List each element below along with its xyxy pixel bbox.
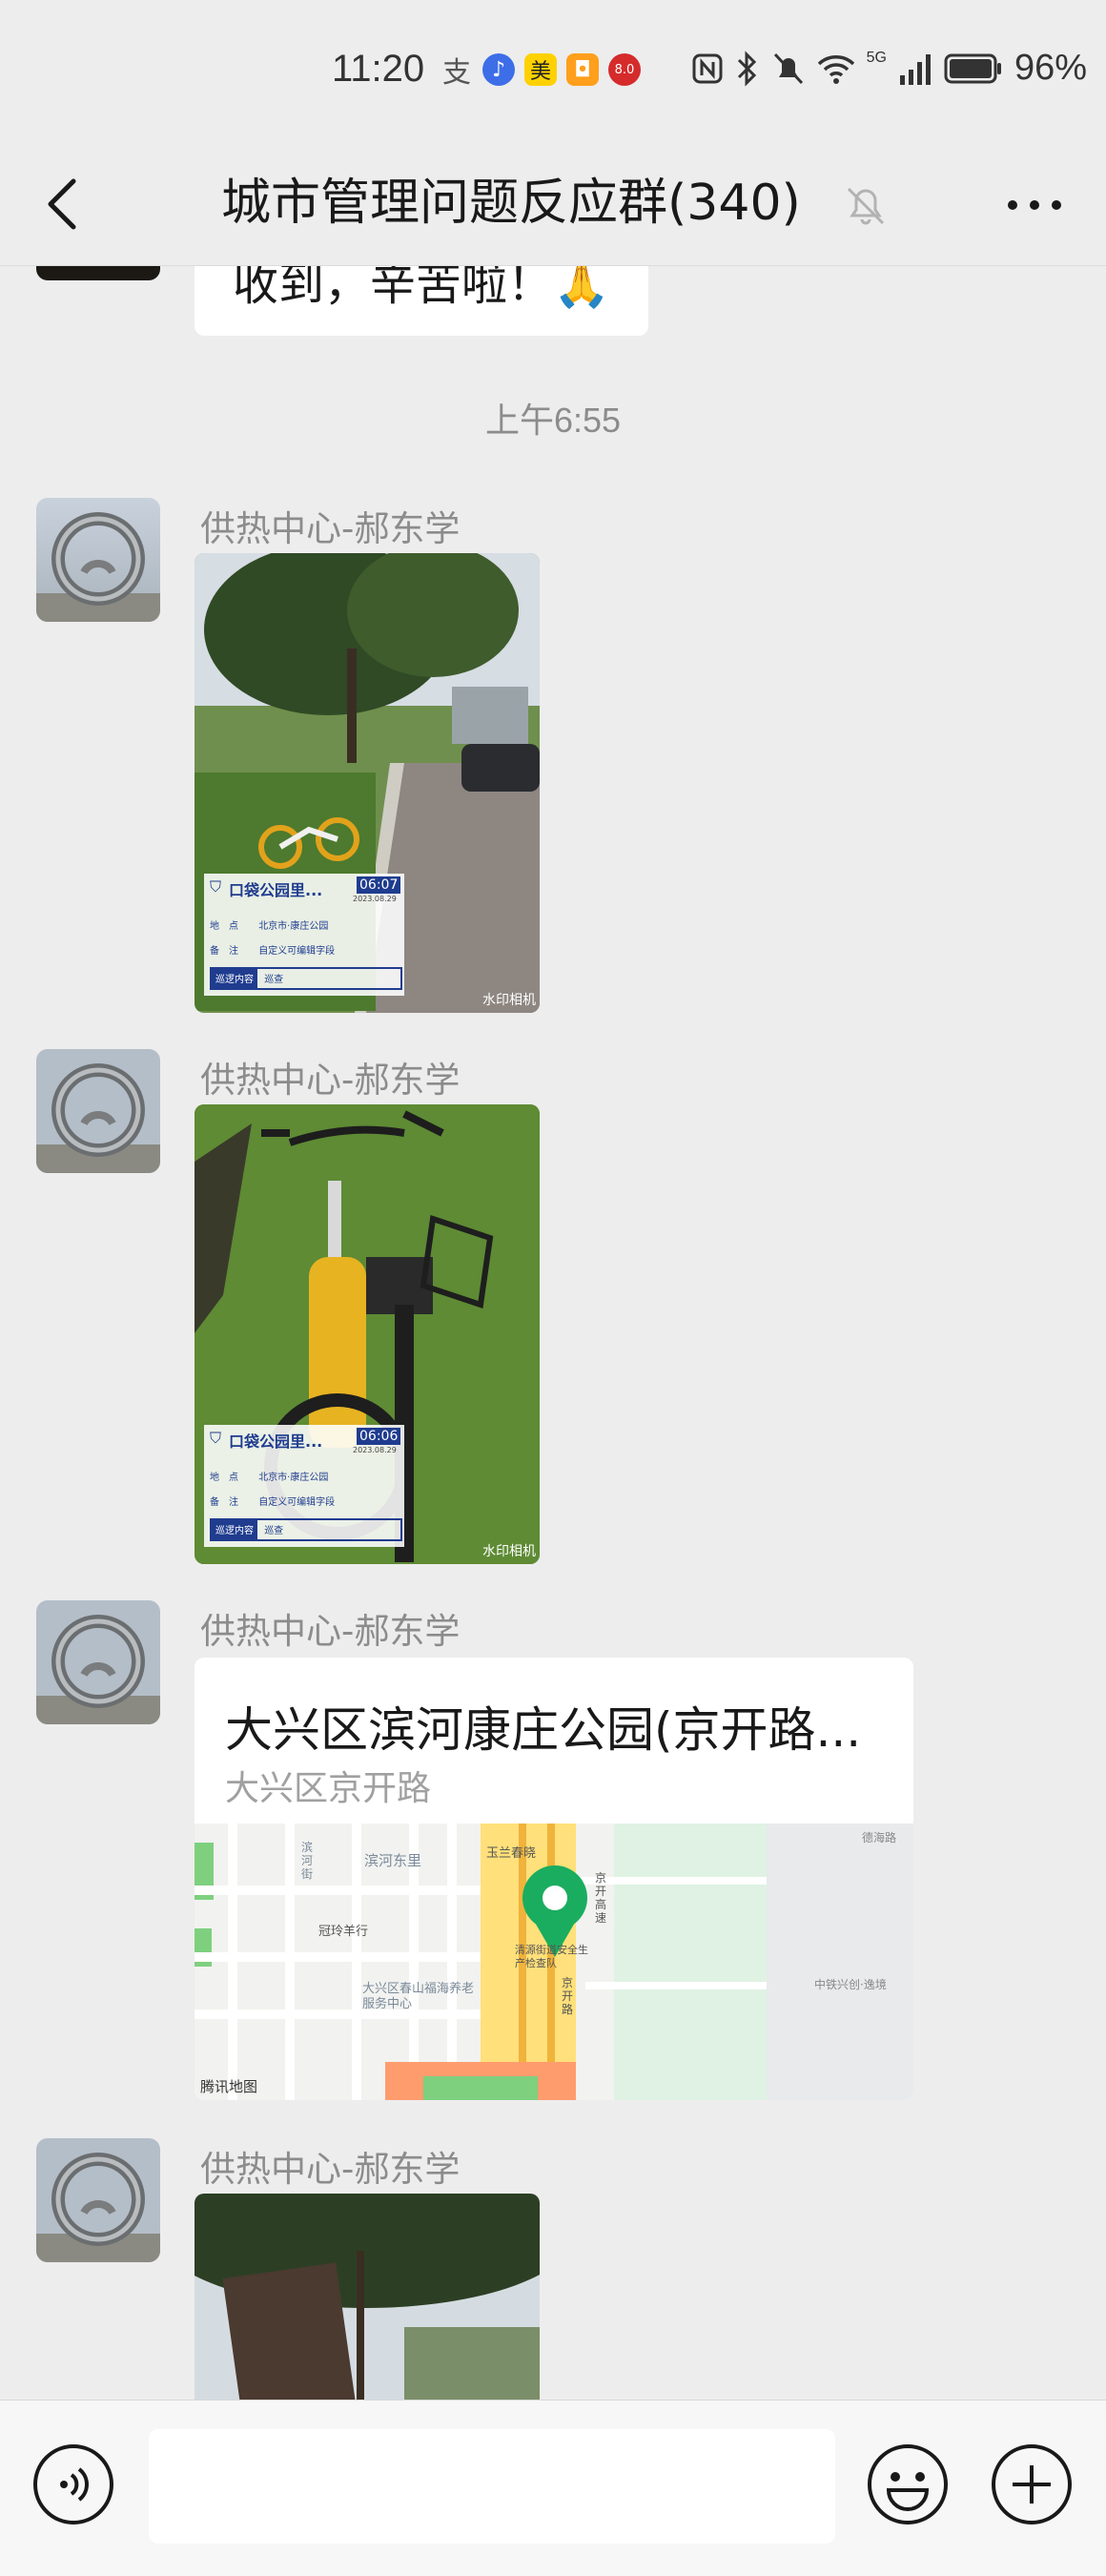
shield-icon: ⛉ [210, 877, 222, 896]
time-divider: 上午6:55 [484, 401, 622, 440]
chat-header: 城市管理问题反应群(340) [0, 143, 1106, 266]
watermark-row1-key: 地 点 [210, 1473, 238, 1483]
ring-sculpture-avatar-image [36, 1049, 160, 1173]
music-icon: ♪ [482, 53, 515, 86]
bluetooth-icon [737, 50, 756, 87]
watermark-row2-key: 备 注 [210, 1497, 238, 1508]
watermark-row1-key: 地 点 [210, 921, 238, 932]
back-button[interactable] [29, 166, 95, 242]
more-functions-button[interactable] [990, 2442, 1074, 2526]
map-label: 玉兰春晓 [486, 1846, 537, 1861]
map-label: 大兴区春山福海养老服务中心 [362, 1982, 475, 2011]
watermark-card: ⛉ 口袋公园里... 06:07 2023.08.29 地 点 北京市·康庄公园… [204, 874, 404, 996]
message-input[interactable] [149, 2429, 835, 2544]
status-app-icons: 支 ♪ 美 ◘ 8.0 [440, 53, 641, 90]
watermark-date: 2023.08.29 [353, 895, 397, 903]
watermark-row3-val: 巡查 [264, 1526, 284, 1536]
location-title: 大兴区滨河康庄公园(京开路... [225, 1702, 862, 1758]
status-right: 5G 96% [691, 48, 1087, 89]
watermark-card: ⛉ 口袋公园里... 06:06 2023.08.29 地 点 北京市·康庄公园… [204, 1425, 404, 1547]
map-label: 冠玲羊行 [318, 1925, 369, 1939]
network-type: 5G [866, 50, 887, 66]
watermark-brand: 水印相机 [482, 993, 536, 1008]
mute-bell-icon [773, 52, 803, 84]
sender-name: 供热中心-郝东学 [200, 1611, 461, 1652]
app-orange-icon: ◘ [566, 53, 599, 86]
ring-sculpture-avatar-image [36, 2138, 160, 2262]
avatar[interactable] [36, 265, 160, 280]
sender-name: 供热中心-郝东学 [200, 1060, 461, 1101]
avatar[interactable] [36, 1049, 160, 1173]
location-card[interactable]: 大兴区滨河康庄公园(京开路... 大兴区京开路 滨河东里 玉兰春晓 冠玲羊行 大… [195, 1658, 913, 2100]
map-label: 京开路 [562, 1976, 574, 2016]
meituan-icon: 美 [524, 53, 557, 86]
more-button[interactable] [1001, 181, 1068, 229]
map-label: 中铁兴创·逸境 [814, 1978, 887, 1991]
avatar[interactable] [36, 2138, 160, 2262]
nfc-icon [692, 53, 723, 83]
watermark-row2-val: 自定义可编辑字段 [258, 1497, 336, 1508]
location-map[interactable]: 滨河东里 玉兰春晓 冠玲羊行 大兴区春山福海养老服务中心 清源街道安全生产检查队… [195, 1824, 913, 2100]
battery-percent: 96% [1014, 48, 1087, 88]
watermark-row2-key: 备 注 [210, 946, 238, 957]
ring-sculpture-avatar-image [36, 498, 160, 622]
chevron-left-icon [48, 178, 76, 230]
avatar[interactable] [36, 498, 160, 622]
watermark-row3-val: 巡查 [264, 975, 284, 985]
watermark-row2-val: 自定义可编辑字段 [258, 946, 336, 957]
watermark-row3-key: 巡逻内容 [212, 969, 257, 988]
map-label: 德海路 [862, 1831, 897, 1844]
app-red-icon: 8.0 [608, 53, 641, 86]
message-image[interactable] [195, 2194, 540, 2400]
street-photo [195, 2194, 540, 2400]
watermark-row3-key: 巡逻内容 [212, 1520, 257, 1539]
watermark-place: 口袋公园里... [229, 881, 323, 899]
message-bubble-text[interactable]: 收到，辛苦啦！🙏 [195, 265, 648, 336]
voice-input-button[interactable] [31, 2442, 115, 2526]
ring-sculpture-avatar-image [36, 1600, 160, 1724]
signal-icon [899, 53, 931, 85]
watermark-place: 口袋公园里... [229, 1432, 323, 1451]
emoji-button[interactable] [866, 2442, 950, 2526]
message-image[interactable]: ⛉ 口袋公园里... 06:06 2023.08.29 地 点 北京市·康庄公园… [195, 1104, 540, 1564]
watermark-time: 06:07 [357, 876, 401, 894]
watermark-date: 2023.08.29 [353, 1446, 397, 1454]
map-label: 滨河街 [301, 1841, 314, 1881]
message-image[interactable]: ⛉ 口袋公园里... 06:07 2023.08.29 地 点 北京市·康庄公园… [195, 553, 540, 1013]
map-brand: 腾讯地图 [200, 2078, 258, 2095]
status-bar: 11:20 支 ♪ 美 ◘ 8.0 5G 96% [0, 0, 1106, 143]
status-time: 11:20 [332, 48, 425, 90]
watermark-row1-val: 北京市·康庄公园 [258, 921, 329, 932]
battery-icon [944, 53, 1001, 83]
map-label: 滨河东里 [364, 1852, 422, 1869]
wifi-icon [817, 54, 854, 84]
input-bar [0, 2400, 1106, 2576]
watermark-row1-val: 北京市·康庄公园 [258, 1473, 329, 1483]
muted-bell-icon [847, 187, 885, 225]
avatar[interactable] [36, 1600, 160, 1724]
location-address: 大兴区京开路 [225, 1769, 432, 1808]
watermark-brand: 水印相机 [482, 1544, 536, 1559]
map-label: 京开高速 [595, 1871, 607, 1925]
chat-messages[interactable]: 收到，辛苦啦！🙏 上午6:55 供热中心-郝东学 ⛉ 口袋公园里... 06:0… [0, 265, 1106, 2400]
chat-title: 城市管理问题反应群(340) [221, 175, 801, 232]
more-dots-icon [1008, 200, 1061, 210]
sender-name: 供热中心-郝东学 [200, 2149, 461, 2190]
map-label: 清源街道安全生产检查队 [515, 1944, 588, 1969]
shield-icon: ⛉ [210, 1429, 222, 1447]
alipay-icon: 支 [442, 56, 471, 90]
watermark-time: 06:06 [357, 1428, 401, 1445]
sender-name: 供热中心-郝东学 [200, 508, 461, 549]
